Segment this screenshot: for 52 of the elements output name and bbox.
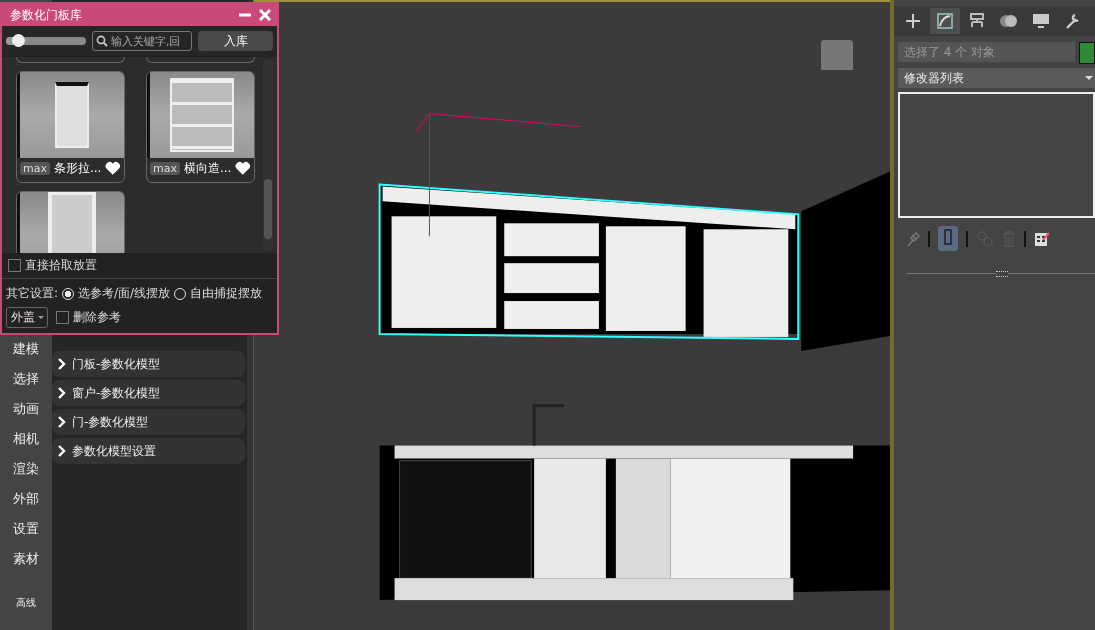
nav-item[interactable]: 相机 [13, 430, 39, 448]
circles-icon [998, 12, 1020, 30]
object-color-swatch[interactable] [1079, 42, 1095, 64]
modifier-stack-list[interactable] [898, 92, 1095, 218]
chevron-icon [58, 358, 66, 370]
heart-icon[interactable] [235, 161, 251, 176]
nav-item[interactable]: 选择 [13, 370, 39, 388]
search-field[interactable]: 输入关键字,回 [92, 31, 192, 51]
radio-label: 自由捕捉摆放 [190, 285, 263, 302]
nav-item[interactable]: 素材 [13, 550, 39, 568]
library-card[interactable]: max 横向造... [146, 71, 255, 183]
bar-icon [944, 229, 952, 245]
rollout-header[interactable]: 门板-参数化模型 [52, 351, 245, 377]
settings-label: 其它设置: [6, 285, 59, 302]
mode-dropdown[interactable]: 外盖 [6, 307, 48, 328]
radio-label: 选参考/面/线摆放 [78, 285, 171, 302]
nav-item[interactable]: 渲染 [13, 460, 39, 478]
search-icon [96, 35, 108, 47]
panel-tab[interactable] [930, 8, 960, 34]
item-name: 条形拉... [53, 160, 102, 177]
nav-item[interactable]: 高线 [16, 594, 36, 612]
heart-icon[interactable] [105, 161, 121, 176]
close-icon[interactable] [259, 9, 271, 21]
monitor-icon [1030, 12, 1052, 30]
nav-item[interactable]: 设置 [13, 520, 39, 538]
checkbox-label: 删除参考 [73, 309, 121, 326]
add-to-library-button[interactable]: 入库 [198, 31, 273, 51]
nav-item[interactable]: 动画 [13, 400, 39, 418]
format-badge: max [20, 162, 50, 175]
rollout-header[interactable]: 门-参数化模型 [52, 409, 245, 435]
rollout-header[interactable]: 窗户-参数化模型 [52, 380, 245, 406]
checkbox[interactable] [8, 259, 21, 272]
nav-item[interactable]: 建模 [13, 340, 39, 358]
rollout-header[interactable]: 参数化模型设置 [52, 438, 245, 464]
chevron-icon [58, 445, 66, 457]
chevron-icon [58, 416, 66, 428]
radio-button[interactable] [62, 287, 75, 300]
scrollbar-thumb[interactable] [264, 179, 272, 239]
checkbox[interactable] [56, 311, 69, 324]
item-name: 横向造... [183, 160, 232, 177]
format-badge: max [150, 162, 180, 175]
checkbox-label: 直接拾取放置 [25, 257, 97, 274]
configure-icon[interactable] [1034, 230, 1050, 247]
nav-item[interactable]: 外部 [13, 490, 39, 508]
library-card[interactable] [16, 191, 125, 253]
modifier-list-dropdown[interactable]: 修改器列表 [898, 68, 1095, 88]
chevron-icon [58, 387, 66, 399]
resize-grip-icon[interactable] [996, 271, 1008, 277]
panel-title: 参数化门板库 [10, 6, 82, 24]
size-slider[interactable] [6, 37, 86, 45]
curve-box-icon [934, 12, 956, 30]
library-card[interactable]: max 条形拉... [16, 71, 125, 183]
